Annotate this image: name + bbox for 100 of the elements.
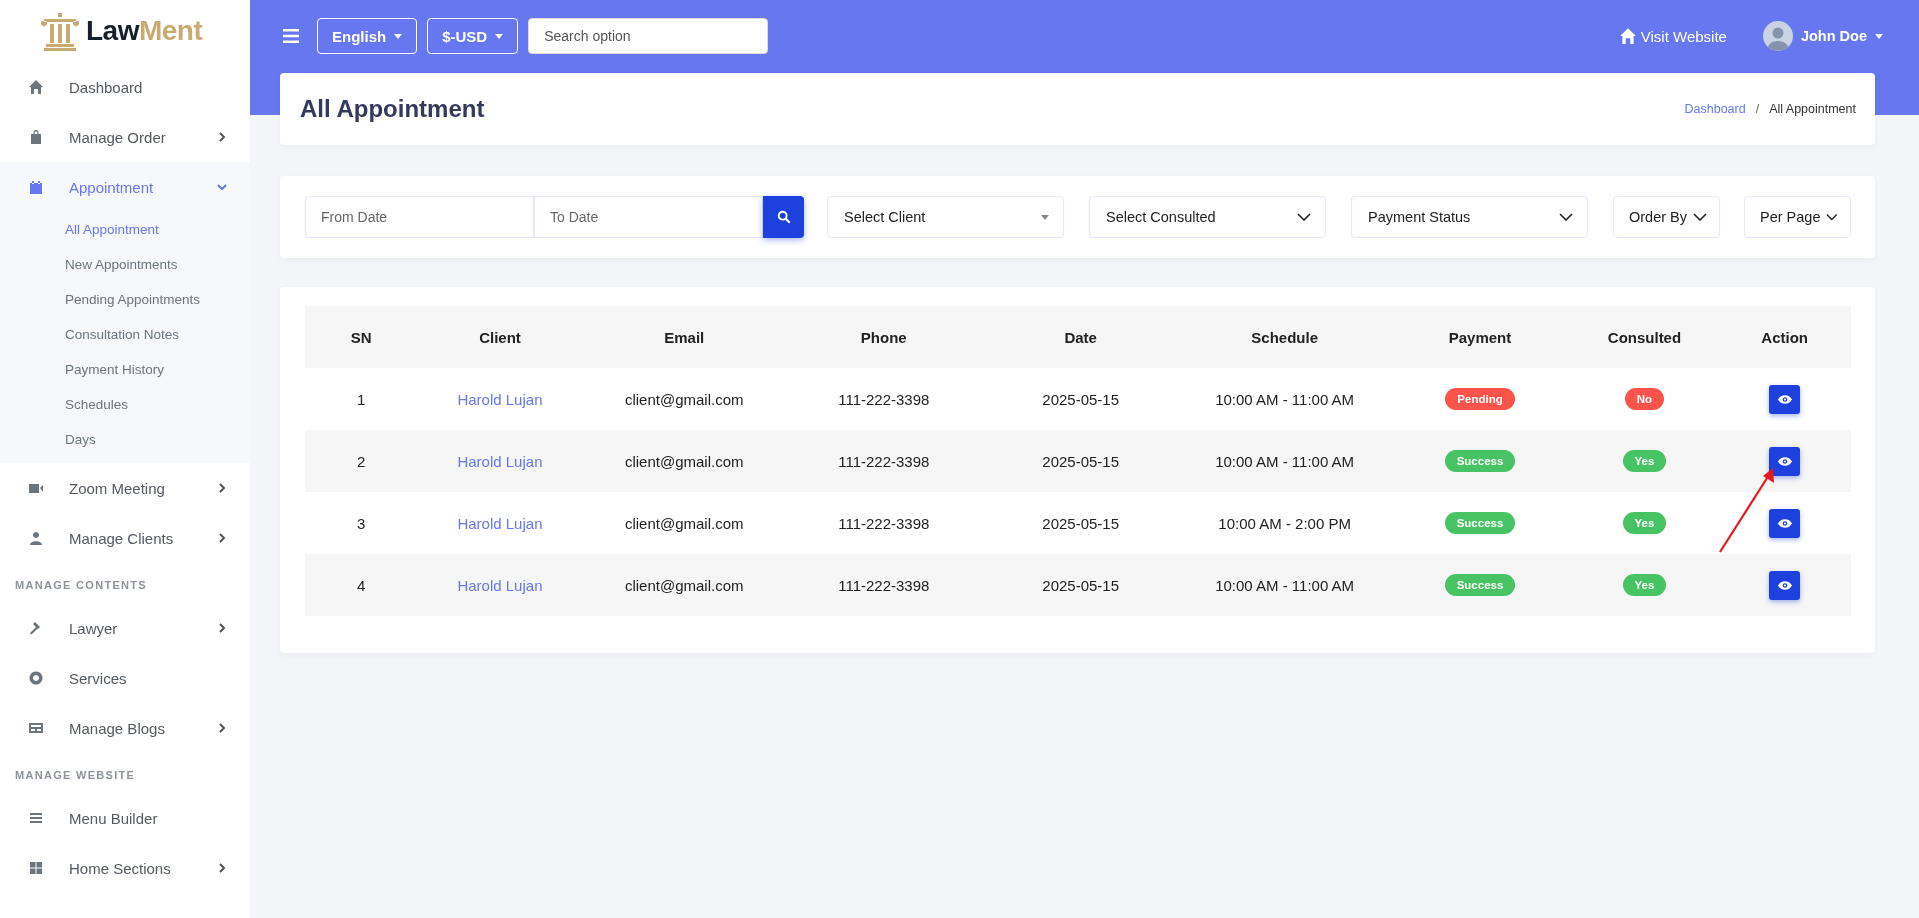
table-cell: 10:00 AM - 2:00 PM: [1218, 514, 1351, 532]
column-header: Action: [1761, 328, 1808, 346]
payment-status-badge: Pending: [1445, 388, 1515, 410]
bag-icon: [28, 129, 44, 145]
column-header: Schedule: [1251, 328, 1318, 346]
sidebar-item[interactable]: Manage Clients: [0, 513, 250, 563]
client-link[interactable]: Harold Lujan: [457, 452, 543, 470]
newspaper-icon: [28, 720, 44, 736]
submenu-item[interactable]: Schedules: [0, 387, 250, 422]
avatar-icon: [1762, 21, 1793, 51]
chevron-down-icon: [216, 181, 228, 193]
breadcrumb-separator: /: [1755, 102, 1760, 116]
column-header: Payment: [1448, 328, 1512, 346]
filter-dropdown[interactable]: Payment Status: [1351, 196, 1588, 238]
calendar-icon: [28, 179, 44, 195]
chevron-down-icon: [1826, 213, 1838, 221]
client-link[interactable]: Harold Lujan: [457, 576, 543, 594]
table-cell: 111-222-3398: [838, 576, 930, 594]
table-cell: 10:00 AM - 11:00 AM: [1215, 390, 1355, 408]
lifebuoy-icon: [28, 670, 44, 686]
view-button[interactable]: [1769, 508, 1801, 538]
table-cell: 2025-05-15: [1042, 514, 1120, 532]
column-header: Phone: [860, 328, 907, 346]
breadcrumb-link[interactable]: Dashboard: [1684, 102, 1746, 116]
chevron-down-icon: [1297, 213, 1311, 221]
payment-status-badge: Success: [1444, 574, 1516, 596]
table-cell: 111-222-3398: [838, 390, 930, 408]
sidebar-item[interactable]: Manage Blogs: [0, 703, 250, 753]
column-header: Email: [664, 328, 705, 346]
chevron-right-icon: [216, 622, 228, 634]
breadcrumb-current: All Appointment: [1769, 102, 1856, 116]
column-header: Date: [1064, 328, 1097, 346]
chevron-right-icon: [216, 722, 228, 734]
home-icon: [1618, 27, 1637, 45]
currency-dropdown[interactable]: $-USD: [427, 18, 519, 54]
filter-dropdown[interactable]: Order By: [1613, 196, 1720, 238]
table-cell: 111-222-3398: [838, 514, 930, 532]
to-date-field[interactable]: To Date: [534, 196, 763, 238]
submenu-item[interactable]: Payment History: [0, 352, 250, 387]
chevron-right-icon: [216, 131, 228, 143]
table-cell: 2: [357, 452, 366, 470]
table-cell: client@gmail.com: [624, 576, 744, 594]
search-button[interactable]: [763, 196, 804, 238]
consulted-badge: Yes: [1622, 574, 1667, 596]
menu-icon[interactable]: [283, 29, 299, 43]
table-cell: client@gmail.com: [624, 514, 744, 532]
submenu-item[interactable]: Pending Appointments: [0, 282, 250, 317]
client-link[interactable]: Harold Lujan: [457, 390, 543, 408]
eye-icon: [1777, 518, 1792, 528]
grid-icon: [28, 860, 44, 876]
consulted-badge: Yes: [1622, 450, 1667, 472]
search-field[interactable]: Search option: [528, 18, 769, 54]
chevron-right-icon: [216, 862, 228, 874]
page-title: All Appointment: [300, 95, 485, 123]
menu-icon: [28, 810, 44, 826]
table-cell: 2025-05-15: [1042, 452, 1120, 470]
payment-status-badge: Success: [1444, 512, 1516, 534]
payment-status-badge: Success: [1444, 450, 1516, 472]
eye-icon: [1777, 456, 1792, 466]
sidebar-item[interactable]: Menu Builder: [0, 793, 250, 843]
sidebar-item[interactable]: Manage Order: [0, 112, 250, 162]
table-cell: client@gmail.com: [624, 452, 744, 470]
chevron-right-icon: [216, 482, 228, 494]
table-cell: 111-222-3398: [838, 452, 930, 470]
table-cell: 4: [357, 576, 366, 594]
home-icon: [28, 79, 44, 95]
filter-dropdown[interactable]: Select Client: [827, 196, 1064, 238]
sidebar-item[interactable]: Dashboard: [0, 62, 250, 112]
sidebar-item[interactable]: Appointment: [0, 162, 250, 212]
sidebar-item[interactable]: Lawyer: [0, 603, 250, 653]
table-cell: client@gmail.com: [624, 390, 744, 408]
client-link[interactable]: Harold Lujan: [457, 514, 543, 532]
view-button[interactable]: [1769, 570, 1801, 600]
eye-icon: [1777, 394, 1792, 404]
submenu-item[interactable]: All Appointment: [0, 212, 250, 247]
from-date-field[interactable]: From Date: [305, 196, 534, 238]
view-button[interactable]: [1769, 446, 1801, 476]
consulted-badge: Yes: [1622, 512, 1667, 534]
visit-website-link[interactable]: Visit Website: [1618, 27, 1727, 45]
submenu-item[interactable]: New Appointments: [0, 247, 250, 282]
search-icon: [776, 210, 791, 224]
language-dropdown[interactable]: English: [317, 18, 418, 54]
sidebar-item[interactable]: Home Sections: [0, 843, 250, 893]
chevron-down-icon: [1559, 213, 1573, 221]
filter-dropdown[interactable]: Select Consulted: [1089, 196, 1326, 238]
submenu-item[interactable]: Consultation Notes: [0, 317, 250, 352]
column-header: Client: [479, 328, 521, 346]
chevron-right-icon: [216, 532, 228, 544]
table-cell: 3: [357, 514, 366, 532]
column-header: SN: [350, 328, 372, 346]
view-button[interactable]: [1769, 384, 1801, 414]
filter-dropdown[interactable]: Per Page: [1744, 196, 1851, 238]
consulted-badge: No: [1624, 388, 1665, 410]
user-menu[interactable]: John Doe: [1762, 21, 1883, 51]
table-cell: 2025-05-15: [1042, 576, 1120, 594]
table-cell: 2025-05-15: [1042, 390, 1120, 408]
sidebar-item[interactable]: Services: [0, 653, 250, 703]
sidebar-item[interactable]: Zoom Meeting: [0, 463, 250, 513]
column-header: Consulted: [1607, 328, 1682, 346]
submenu-item[interactable]: Days: [0, 422, 250, 457]
